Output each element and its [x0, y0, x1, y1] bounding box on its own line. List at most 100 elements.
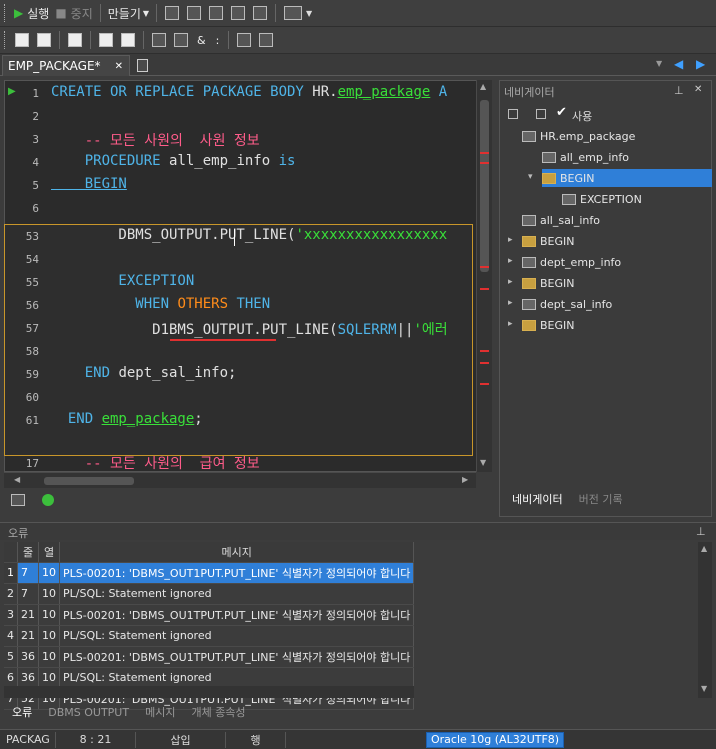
table-row[interactable]: 1 7 10 PLS-00201: 'DBMS_OUT1PUT.PUT_LINE' 식…	[4, 562, 415, 584]
tree-item[interactable]: dept_emp_info	[522, 253, 621, 271]
tab-bottom-3[interactable]: 개체 종속성	[183, 704, 253, 720]
collapse-all-icon[interactable]	[536, 109, 546, 119]
pin-icon[interactable]: ⊥	[696, 525, 706, 538]
tree-toggle-icon[interactable]: ▸	[508, 277, 513, 287]
code-line[interactable]: END dept_sal_info;	[51, 365, 237, 381]
make-menu-button[interactable]: 만들기 ▼	[105, 3, 152, 23]
error-marker[interactable]	[480, 350, 489, 352]
code-line[interactable]: BEGIN	[51, 176, 127, 192]
code-line[interactable]: WHEN OTHERS THEN	[51, 296, 270, 312]
error-table-scrollbar[interactable]: ▲ ▼	[698, 542, 712, 698]
toolbar-grip[interactable]	[4, 4, 7, 22]
error-table-hscrollbar[interactable]	[4, 686, 414, 698]
editor-vertical-scrollbar[interactable]: ▲ ▼	[476, 80, 492, 472]
table-row[interactable]: 5 36 10 PLS-00201: 'DBMS_OU1TPUT.PUT_LINE' …	[4, 646, 415, 668]
format-icon[interactable]	[253, 6, 268, 20]
tree-item[interactable]: all_sal_info	[522, 211, 600, 229]
new-file-icon[interactable]	[15, 33, 29, 47]
tab-emp-package[interactable]: EMP_PACKAGE* ✕	[2, 55, 130, 76]
code-line[interactable]: PROCEDURE all_emp_info is	[51, 153, 296, 169]
table-icon[interactable]	[259, 33, 274, 47]
scroll-left-icon[interactable]: ◀	[14, 475, 20, 484]
error-marker[interactable]	[480, 362, 489, 364]
table-row[interactable]: 6 36 10 PL/SQL: Statement ignored	[4, 667, 415, 689]
toolbar-grip[interactable]	[4, 31, 7, 49]
use-checkbox[interactable]: ✔	[556, 105, 567, 120]
tab-navigator[interactable]: 네비게이터	[504, 491, 571, 507]
column-header-line[interactable]: 줄	[17, 542, 39, 563]
scroll-right-icon[interactable]: ▶	[462, 475, 468, 484]
column-header-message[interactable]: 메시지	[59, 542, 415, 563]
colon-icon[interactable]: :	[216, 34, 220, 47]
indent-icon[interactable]	[99, 33, 113, 47]
tree-item[interactable]: HR.emp_package	[522, 127, 635, 145]
arrow-left-icon[interactable]: ◀	[674, 57, 683, 71]
code-line[interactable]: CREATE OR REPLACE PACKAGE BODY HR.emp_pa…	[51, 84, 447, 100]
tab-version-history[interactable]: 버전 기록	[571, 491, 631, 507]
lock-icon[interactable]	[209, 6, 224, 20]
code-line[interactable]: -- 모든 사원의 사원 정보	[51, 130, 260, 150]
grid-icon[interactable]	[237, 33, 252, 47]
close-icon[interactable]: ✕	[694, 84, 702, 95]
error-marker[interactable]	[480, 162, 489, 164]
ampersand-icon[interactable]: &	[197, 34, 206, 47]
code-peek-popup[interactable]: 53 DBMS_OUTPUT.PUT_LINE('xxxxxxxxxxxxxxx…	[4, 224, 473, 456]
expand-all-icon[interactable]	[508, 109, 518, 119]
code-line[interactable]: DBMS_OUTPUT.PUT_LINE('xxxxxxxxxxxxxxxxx	[51, 227, 447, 243]
new-tab-icon[interactable]	[137, 59, 148, 72]
tree-toggle-icon[interactable]: ▸	[508, 298, 513, 308]
outdent-icon[interactable]	[121, 33, 135, 47]
tree-toggle-icon[interactable]: ▸	[508, 319, 513, 329]
code-line[interactable]: D1BMS_OUTPUT.PUT_LINE(SQLERRM||'에러	[51, 319, 448, 339]
error-marker[interactable]	[480, 152, 489, 154]
wand-icon[interactable]	[152, 33, 166, 47]
scroll-down-icon[interactable]: ▼	[701, 684, 707, 693]
table-row[interactable]: 3 21 10 PLS-00201: 'DBMS_OU1TPUT.PUT_LINE' …	[4, 604, 415, 626]
new-doc-icon[interactable]	[68, 33, 82, 47]
table-row[interactable]: 2 7 10 PL/SQL: Statement ignored	[4, 583, 415, 605]
arrow-right-icon[interactable]: ▶	[696, 57, 705, 71]
save-icon[interactable]	[37, 33, 51, 47]
pin-icon[interactable]: ⊥	[674, 84, 684, 97]
status-db-connection[interactable]: Oracle 10g (AL32UTF8)	[426, 731, 565, 748]
scroll-up-icon[interactable]: ▲	[701, 544, 707, 553]
tab-bottom-2[interactable]: 메시지	[137, 704, 183, 720]
scroll-thumb[interactable]	[480, 100, 489, 272]
close-icon[interactable]: ✕	[115, 61, 123, 72]
column-header-col[interactable]: 열	[38, 542, 60, 563]
export-icon[interactable]	[187, 6, 202, 20]
error-marker[interactable]	[480, 383, 489, 385]
tree-item[interactable]: dept_sal_info	[522, 295, 612, 313]
info-icon[interactable]	[42, 494, 54, 506]
window-icon[interactable]	[284, 6, 303, 20]
scroll-down-icon[interactable]: ▼	[480, 458, 486, 467]
checker-icon[interactable]	[174, 33, 188, 47]
code-line[interactable]: EXCEPTION	[51, 273, 194, 289]
code-line[interactable]: END emp_package;	[51, 411, 203, 427]
editor-horizontal-scrollbar[interactable]: ◀ ▶	[4, 472, 476, 488]
tree-item[interactable]: all_emp_info	[542, 148, 629, 166]
code-line[interactable]: -- 모든 사원의 급여 정보	[51, 453, 260, 473]
scroll-thumb[interactable]	[44, 477, 134, 485]
stop-button[interactable]: ■ 중지	[52, 3, 95, 23]
error-marker[interactable]	[480, 266, 489, 268]
chevron-down-icon[interactable]: ▼	[656, 59, 662, 68]
tree-item[interactable]: EXCEPTION	[562, 190, 642, 208]
tree-item[interactable]: BEGIN	[522, 274, 575, 292]
chevron-down-icon[interactable]: ▼	[306, 9, 312, 18]
tab-bottom-0[interactable]: 오류	[4, 704, 40, 720]
table-row[interactable]: 4 21 10 PL/SQL: Statement ignored	[4, 625, 415, 647]
tree-toggle-icon[interactable]: ▸	[508, 235, 513, 245]
layout-icon[interactable]	[165, 6, 180, 20]
output-icon[interactable]	[11, 494, 25, 506]
run-button[interactable]: ▶ 실행	[11, 3, 52, 23]
tree-item[interactable]: BEGIN	[542, 169, 712, 187]
tree-toggle-icon[interactable]: ▸	[508, 256, 513, 266]
error-marker[interactable]	[480, 288, 489, 290]
tree-item[interactable]: BEGIN	[522, 232, 575, 250]
brackets-icon[interactable]	[231, 6, 246, 20]
tab-bottom-1[interactable]: DBMS OUTPUT	[40, 706, 137, 719]
tree-item[interactable]: BEGIN	[522, 316, 575, 334]
scroll-up-icon[interactable]: ▲	[480, 82, 486, 91]
tree-toggle-icon[interactable]: ▾	[528, 172, 533, 182]
